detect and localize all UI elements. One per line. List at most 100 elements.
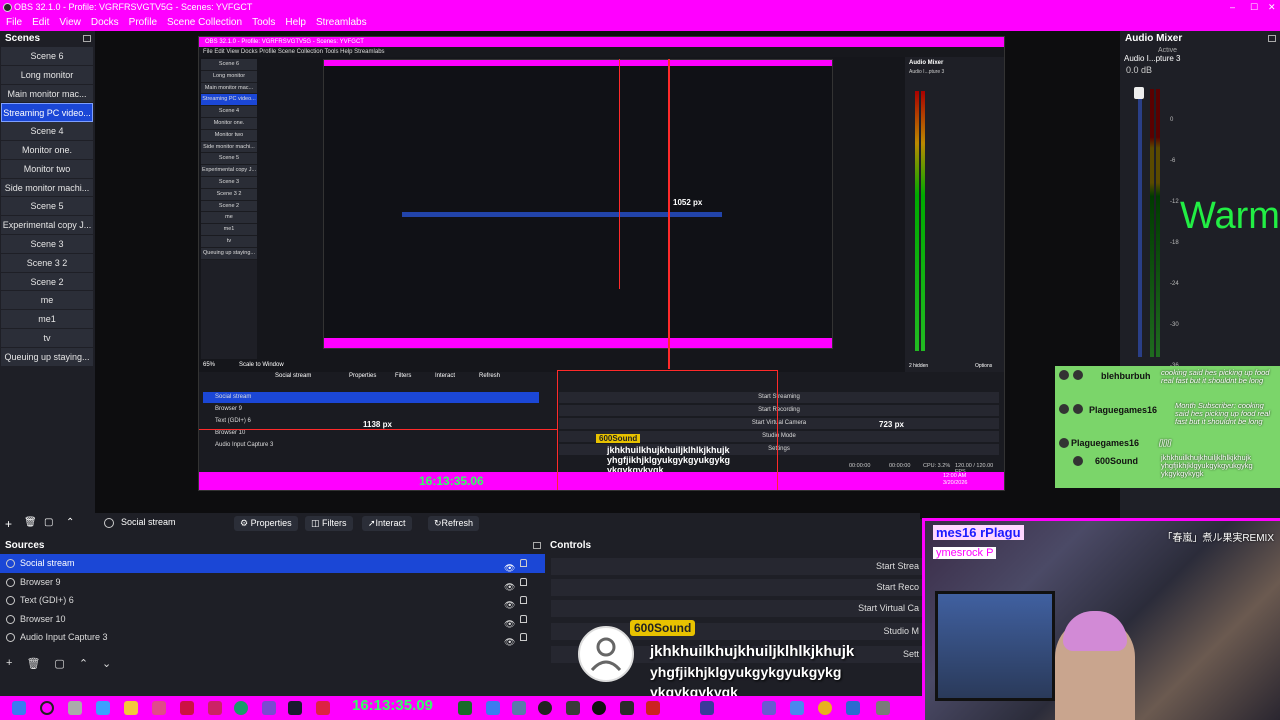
scene-item[interactable]: Monitor one. <box>1 140 93 160</box>
file-explorer-icon[interactable] <box>124 701 138 715</box>
scene-item[interactable]: Scene 3 <box>1 234 93 254</box>
scene-item[interactable]: Streaming PC video... <box>1 103 93 123</box>
lock-icon[interactable] <box>520 633 527 641</box>
lock-icon[interactable] <box>520 614 527 623</box>
source-row[interactable]: Audio Input Capture 3 👁 <box>0 628 545 647</box>
nested-taskbar-time: 12:00 AM <box>943 473 967 479</box>
interact-button[interactable]: ➚Interact <box>362 516 412 531</box>
lock-icon[interactable] <box>520 596 527 604</box>
volume-slider-handle[interactable] <box>1134 87 1144 99</box>
source-down-button[interactable]: ⌄ <box>102 657 111 670</box>
guide-line <box>199 429 557 430</box>
app-icon[interactable] <box>486 701 500 715</box>
scene-item[interactable]: Scene 5 <box>1 197 93 217</box>
source-up-button[interactable]: ⌃ <box>79 657 88 670</box>
scene-item[interactable]: Long monitor <box>1 65 93 85</box>
visibility-eye-icon[interactable]: 👁 <box>504 633 515 652</box>
app-icon[interactable] <box>96 701 110 715</box>
task-view-icon[interactable] <box>68 701 82 715</box>
app-icon[interactable] <box>180 701 194 715</box>
scene-item[interactable]: Scene 2 <box>1 272 93 292</box>
lock-icon[interactable] <box>520 559 527 567</box>
source-row[interactable]: Browser 10 👁 <box>0 610 545 629</box>
app-icon[interactable] <box>846 701 860 715</box>
scene-item[interactable]: Main monitor mac... <box>1 84 93 104</box>
settings-icon[interactable] <box>512 701 526 715</box>
lock-icon[interactable] <box>520 577 527 586</box>
db-tick-label: -12 <box>1170 199 1179 205</box>
menu-scene-collection[interactable]: Scene Collection <box>167 15 242 31</box>
scene-item[interactable]: Side monitor machi... <box>1 178 93 198</box>
maximize-button[interactable]: ☐ <box>1250 0 1258 15</box>
chrome-icon[interactable] <box>818 701 832 715</box>
menu-file[interactable]: File <box>6 15 22 31</box>
windows-start-icon[interactable] <box>12 701 26 715</box>
menu-streamlabs[interactable]: Streamlabs <box>316 15 367 31</box>
volume-slider[interactable] <box>1138 87 1142 357</box>
add-scene-button[interactable]: + <box>5 517 12 531</box>
app-icon[interactable] <box>208 701 222 715</box>
source-label: Browser 10 <box>20 613 66 624</box>
search-icon[interactable] <box>40 701 54 715</box>
menu-profile[interactable]: Profile <box>129 15 157 31</box>
app-icon[interactable] <box>262 701 276 715</box>
scene-item[interactable]: tv <box>1 328 93 348</box>
close-button[interactable]: ✕ <box>1268 0 1276 15</box>
scene-item[interactable]: Scene 4 <box>1 122 93 141</box>
scene-item[interactable]: Scene 6 <box>1 47 93 66</box>
properties-button[interactable]: ⚙ Properties <box>234 516 298 531</box>
start-streaming-button[interactable]: Start Strea <box>551 558 923 575</box>
db-tick-label: -6 <box>1170 158 1176 164</box>
scene-item[interactable]: Scene 3 2 <box>1 253 93 273</box>
scene-item[interactable]: me <box>1 291 93 311</box>
app-icon[interactable] <box>646 701 660 715</box>
source-row[interactable]: Browser 9 👁 <box>0 573 545 592</box>
obs-icon[interactable] <box>538 701 552 715</box>
app-icon[interactable] <box>316 701 330 715</box>
nested-taskbar: 16:13:35.06 12:00 AM 3/20/2026 <box>199 472 1004 490</box>
filters-button[interactable]: ◫ Filters <box>305 516 353 531</box>
discord-icon[interactable] <box>790 701 804 715</box>
menu-edit[interactable]: Edit <box>32 15 49 31</box>
add-source-button[interactable]: + <box>6 657 12 669</box>
audio-source-name[interactable]: Audio I...pture 3 <box>1120 54 1280 63</box>
source-row[interactable]: Social stream 👁 <box>0 554 545 573</box>
undock-icon[interactable] <box>533 542 541 549</box>
app-icon[interactable] <box>152 701 166 715</box>
app-icon[interactable] <box>620 701 634 715</box>
app-icon[interactable] <box>762 701 776 715</box>
start-virtual-camera-button[interactable]: Start Virtual Ca <box>551 600 923 617</box>
avatar <box>578 626 634 682</box>
app-icon[interactable] <box>566 701 580 715</box>
scene-item[interactable]: me1 <box>1 310 93 329</box>
undock-icon[interactable] <box>1268 35 1276 42</box>
scene-item[interactable]: Queuing up staying... <box>1 347 93 367</box>
menu-view[interactable]: View <box>59 15 81 31</box>
preview-screen-capture: OBS 32.1.0 - Profile: VGRFRSVGTV5G - Sce… <box>198 36 1005 491</box>
scene-item[interactable]: Monitor two <box>1 159 93 179</box>
scene-item[interactable]: Experimental copy J... <box>1 216 93 235</box>
source-row[interactable]: Text (GDI+) 6 👁 <box>0 591 545 610</box>
menu-help[interactable]: Help <box>285 15 306 31</box>
minimize-button[interactable]: – <box>1230 0 1235 15</box>
sources-footer: + 🗑 ▢ ⌃ ⌄ <box>0 654 545 672</box>
alert-line: yhgfjikhjklgyukgykgyukgykg <box>650 664 842 680</box>
edge-icon[interactable] <box>234 701 248 715</box>
start-recording-button[interactable]: Start Reco <box>551 579 923 596</box>
app-icon[interactable] <box>458 701 472 715</box>
source-properties-button[interactable]: ▢ <box>54 657 64 670</box>
db-tick-label: 0 <box>1170 117 1174 123</box>
app-icon[interactable] <box>592 701 606 715</box>
menu-tools[interactable]: Tools <box>252 15 275 31</box>
app-icon[interactable] <box>700 701 714 715</box>
steam-icon[interactable] <box>288 701 302 715</box>
remove-scene-button[interactable]: 🗑 <box>24 517 37 528</box>
refresh-button[interactable]: ↻Refresh <box>428 516 480 531</box>
app-icon[interactable] <box>876 701 890 715</box>
undock-icon[interactable] <box>83 35 91 42</box>
chat-user: blehburbuh <box>1101 371 1151 381</box>
scene-filters-button[interactable]: ▢ <box>44 517 53 528</box>
remove-source-button[interactable]: 🗑 <box>26 657 40 670</box>
menu-docks[interactable]: Docks <box>91 15 119 31</box>
scene-up-button[interactable]: ⌃ <box>66 517 74 528</box>
